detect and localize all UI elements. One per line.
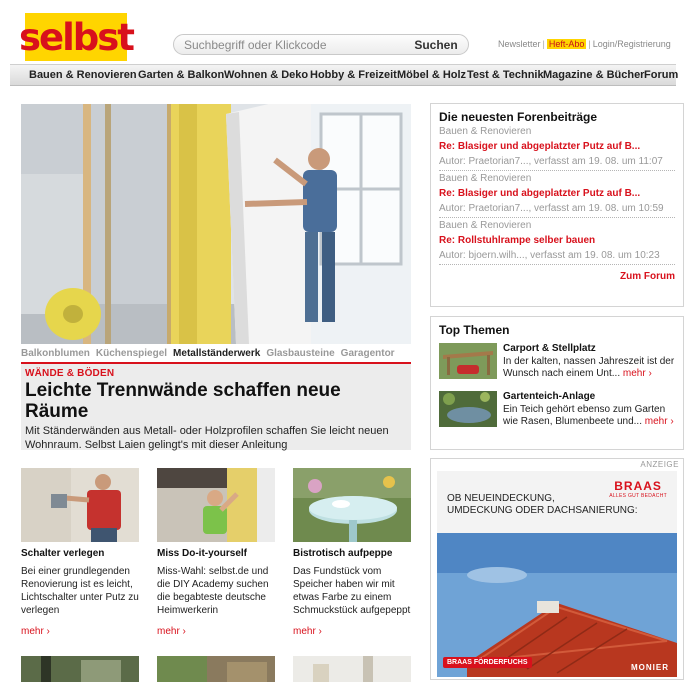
theme-title[interactable]: Carport & Stellplatz — [503, 343, 596, 354]
card-text: Das Fundstück vom Speicher haben wir mit… — [293, 566, 411, 616]
monier-logo: MONIER — [631, 663, 669, 672]
nav-item-hobby[interactable]: Hobby & Freizeit — [310, 69, 397, 81]
nav-item-magazine[interactable]: Magazine & Bücher — [543, 69, 644, 81]
card-title[interactable]: Miss Do-it-yourself — [157, 548, 277, 559]
card-more-link[interactable]: mehr › — [157, 626, 186, 637]
article-card: Bistrotisch aufpeppe Das Fundstück vom S… — [293, 468, 413, 637]
nav-item-wohnen[interactable]: Wohnen & Deko — [224, 69, 308, 81]
top-themen-title: Top Themen — [439, 323, 510, 337]
hero-tab-glasbausteine[interactable]: Glasbausteine — [266, 348, 334, 359]
hero-teaser-box: WÄNDE & BÖDEN Leichte Trennwände schaffe… — [21, 364, 411, 451]
hero-tabs: Balkonblumen Küchenspiegel Metallständer… — [21, 344, 411, 362]
hero-image[interactable] — [21, 104, 411, 344]
card-image-schalter[interactable] — [21, 468, 139, 542]
forum-post-category[interactable]: Bauen & Renovieren — [439, 172, 675, 185]
nav-item-test[interactable]: Test & Technik — [467, 69, 544, 81]
card-image-bottom[interactable] — [21, 656, 139, 682]
login-link[interactable]: Login/Registrierung — [593, 39, 671, 49]
forum-post-title[interactable]: Re: Blasiger und abgeplatzter Putz auf B… — [439, 140, 675, 153]
search-input[interactable] — [184, 37, 404, 53]
hero-headline[interactable]: Leichte Trennwände schaffen neue Räume — [25, 380, 407, 422]
card-title[interactable]: Bistrotisch aufpeppe — [293, 548, 413, 559]
card-image-bottom[interactable] — [293, 656, 411, 682]
forum-post-meta: Autor: Praetorian7..., verfasst am 19. 0… — [439, 203, 664, 214]
advertisement[interactable]: ANZEIGE BRAAS ALLES GUT BEDACHT OB NEUEI… — [430, 458, 684, 680]
card-more-link[interactable]: mehr › — [21, 626, 50, 637]
card-image-bottom[interactable] — [157, 656, 275, 682]
search-button[interactable]: Suchen — [404, 34, 468, 55]
nav-item-garten[interactable]: Garten & Balkon — [138, 69, 224, 81]
forum-post: Bauen & Renovieren Re: Rollstuhlrampe se… — [439, 218, 675, 265]
card-title[interactable]: Schalter verlegen — [21, 548, 141, 559]
forum-post-category[interactable]: Bauen & Renovieren — [439, 219, 675, 232]
nav-item-moebel[interactable]: Möbel & Holz — [397, 69, 466, 81]
forum-post-title[interactable]: Re: Rollstuhlrampe selber bauen — [439, 234, 675, 247]
article-card: Miss Do-it-yourself Miss-Wahl: selbst.de… — [157, 468, 277, 637]
theme-title[interactable]: Gartenteich-Anlage — [503, 391, 595, 402]
hero-tab-garagentor[interactable]: Garagentor — [341, 348, 395, 359]
logo-text: selbst — [19, 15, 135, 59]
theme-text: Ein Teich gehört ebenso zum Garten wie R… — [503, 404, 674, 427]
ad-headline: OB NEUEINDECKUNG, UMDECKUNG ODER DACHSAN… — [447, 493, 638, 516]
foerderfuchs-badge: BRAAS FÖRDERFUCHS — [443, 657, 532, 668]
forum-post-category[interactable]: Bauen & Renovieren — [439, 125, 675, 138]
hero-teaser: Mit Ständerwänden aus Metall- oder Holzp… — [25, 425, 389, 451]
card-image-miss-diy[interactable] — [157, 468, 275, 542]
hero-tab-metallstaenderwerk[interactable]: Metallständerwerk — [173, 348, 260, 359]
selbst-logo[interactable]: selbst — [19, 13, 135, 61]
forum-title: Die neuesten Forenbeiträge — [439, 110, 598, 124]
card-image-bistrotisch[interactable] — [293, 468, 411, 542]
zum-forum-link[interactable]: Zum Forum — [439, 271, 675, 282]
card-text: Bei einer grundlegenden Renovierung ist … — [21, 566, 139, 616]
hero-kicker: WÄNDE & BÖDEN — [25, 368, 115, 379]
nav-item-forum[interactable]: Forum — [644, 69, 678, 81]
theme-more-link[interactable]: mehr › — [645, 416, 674, 427]
nav-item-bauen[interactable]: Bauen & Renovieren — [29, 69, 137, 81]
card-more-link[interactable]: mehr › — [293, 626, 322, 637]
heft-abo-link[interactable]: Heft-Abo — [546, 39, 587, 49]
search-bar: Suchen — [173, 34, 469, 55]
ad-label: ANZEIGE — [640, 460, 679, 469]
main-nav: Bauen & Renovieren Garten & Balkon Wohne… — [10, 64, 678, 86]
article-card: Schalter verlegen Bei einer grundlegende… — [21, 468, 141, 637]
hero-tab-balkonblumen[interactable]: Balkonblumen — [21, 348, 90, 359]
forum-box: Die neuesten Forenbeiträge Bauen & Renov… — [430, 103, 684, 307]
top-links: Newsletter | Heft-Abo | Login/Registrierung — [498, 39, 671, 49]
card-text: Miss-Wahl: selbst.de und die DIY Academy… — [157, 566, 269, 616]
ad-banner[interactable]: BRAAS ALLES GUT BEDACHT OB NEUEINDECKUNG… — [437, 471, 677, 677]
hero-tab-kuechenspiegel[interactable]: Küchenspiegel — [96, 348, 167, 359]
newsletter-link[interactable]: Newsletter — [498, 39, 541, 49]
theme-thumb-carport[interactable] — [439, 343, 497, 379]
theme-thumb-gartenteich[interactable] — [439, 391, 497, 427]
forum-post-title[interactable]: Re: Blasiger und abgeplatzter Putz auf B… — [439, 187, 675, 200]
theme-more-link[interactable]: mehr › — [623, 368, 652, 379]
forum-post-meta: Autor: bjoern.wilh..., verfasst am 19. 0… — [439, 250, 660, 261]
forum-post: Bauen & Renovieren Re: Blasiger und abge… — [439, 171, 675, 218]
top-themen-box: Top Themen Carport & Stellplatz In der k… — [430, 316, 684, 450]
theme-text: In der kalten, nassen Jahreszeit ist der… — [503, 356, 675, 379]
forum-post: Bauen & Renovieren Re: Blasiger und abge… — [439, 124, 675, 171]
forum-post-meta: Autor: Praetorian7..., verfasst am 19. 0… — [439, 156, 663, 167]
site-header: selbst Suchen Newsletter|Heft-Abo|Login/… — [0, 0, 686, 68]
